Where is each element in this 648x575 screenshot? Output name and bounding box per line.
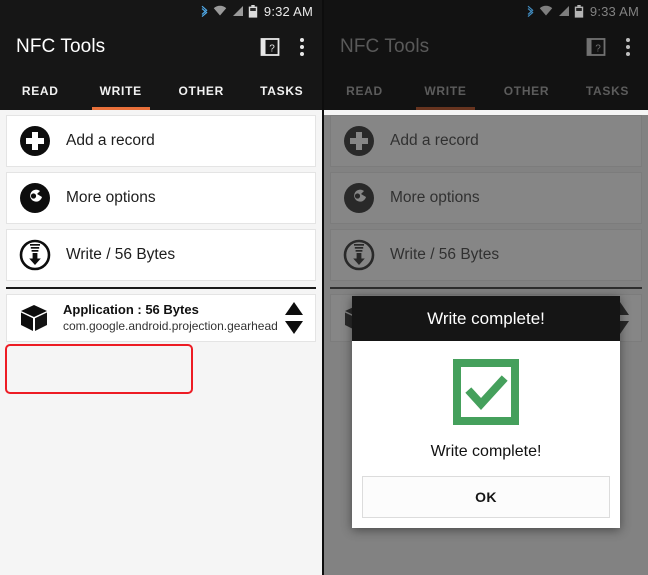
record-text: Application : 56 Bytes com.google.androi…: [63, 301, 283, 335]
overflow-menu-icon[interactable]: [296, 34, 308, 60]
record-row-application[interactable]: Application : 56 Bytes com.google.androi…: [6, 294, 316, 342]
two-screenshot-comparison: 9:32 AM NFC Tools ? READ WRITE OTHER TAS…: [0, 0, 648, 575]
tab-bar: READ WRITE OTHER TASKS: [324, 72, 648, 110]
green-checkmark-icon: [453, 359, 519, 425]
tab-read[interactable]: READ: [324, 72, 405, 110]
app-title: NFC Tools: [16, 36, 106, 57]
bluetooth-icon: [201, 5, 208, 17]
help-book-icon[interactable]: ?: [586, 37, 606, 57]
app-bar-actions: ?: [260, 34, 308, 60]
overflow-menu-icon[interactable]: [622, 34, 634, 60]
battery-icon: [574, 4, 584, 18]
tab-other[interactable]: OTHER: [486, 72, 567, 110]
list-item-label: Add a record: [66, 132, 155, 149]
list-item-more-options[interactable]: More options: [6, 172, 316, 224]
cellular-signal-icon: [232, 6, 243, 16]
svg-text:?: ?: [595, 44, 601, 55]
app-title: NFC Tools: [340, 36, 430, 57]
wrench-circle-icon: [20, 183, 50, 213]
battery-icon: [248, 4, 258, 18]
dialog-body: Write complete! OK: [352, 341, 620, 528]
plus-circle-icon: [20, 126, 50, 156]
screen-right: 9:33 AM NFC Tools ? READ WRITE OTHER TAS…: [324, 0, 648, 575]
status-bar: 9:33 AM: [324, 0, 648, 22]
record-title: Application : 56 Bytes: [63, 302, 199, 317]
tab-write[interactable]: WRITE: [405, 72, 486, 110]
tab-tasks[interactable]: TASKS: [242, 72, 323, 110]
record-subtitle: com.google.android.projection.gearhead: [63, 319, 278, 333]
app-bar-actions: ?: [586, 34, 634, 60]
tab-read[interactable]: READ: [0, 72, 81, 110]
cube-icon: [21, 305, 47, 331]
dialog-ok-button[interactable]: OK: [362, 476, 610, 518]
tab-write[interactable]: WRITE: [81, 72, 162, 110]
bluetooth-icon: [527, 5, 534, 17]
list-item-write[interactable]: Write / 56 Bytes: [6, 229, 316, 281]
tab-tasks[interactable]: TASKS: [567, 72, 648, 110]
help-book-icon[interactable]: ?: [260, 37, 280, 57]
dialog-message: Write complete!: [430, 443, 542, 460]
app-bar: NFC Tools ?: [0, 22, 322, 72]
wifi-icon: [539, 5, 553, 16]
cellular-signal-icon: [558, 6, 569, 16]
list-item-label: Write / 56 Bytes: [66, 246, 176, 263]
status-bar-time: 9:32 AM: [263, 3, 313, 19]
dialog-title: Write complete!: [352, 296, 620, 341]
section-divider: [6, 287, 316, 289]
svg-text:?: ?: [269, 44, 275, 55]
status-bar-time: 9:33 AM: [589, 3, 639, 19]
write-complete-dialog: Write complete! Write complete! OK: [352, 296, 620, 528]
status-bar: 9:32 AM: [0, 0, 322, 22]
list-item-add-record[interactable]: Add a record: [6, 115, 316, 167]
app-bar: NFC Tools ?: [324, 22, 648, 72]
download-circle-icon: [19, 239, 51, 271]
list-item-label: More options: [66, 189, 156, 206]
content-area: Add a record More options Writ: [324, 115, 648, 575]
screen-left: 9:32 AM NFC Tools ? READ WRITE OTHER TAS…: [0, 0, 324, 575]
write-row-highlight-annotation: [5, 344, 193, 394]
reorder-up-down-icon[interactable]: [283, 300, 305, 336]
tab-bar: READ WRITE OTHER TASKS: [0, 72, 322, 110]
tab-other[interactable]: OTHER: [161, 72, 242, 110]
content-area: Add a record More options Writ: [0, 115, 322, 575]
wifi-icon: [213, 5, 227, 16]
